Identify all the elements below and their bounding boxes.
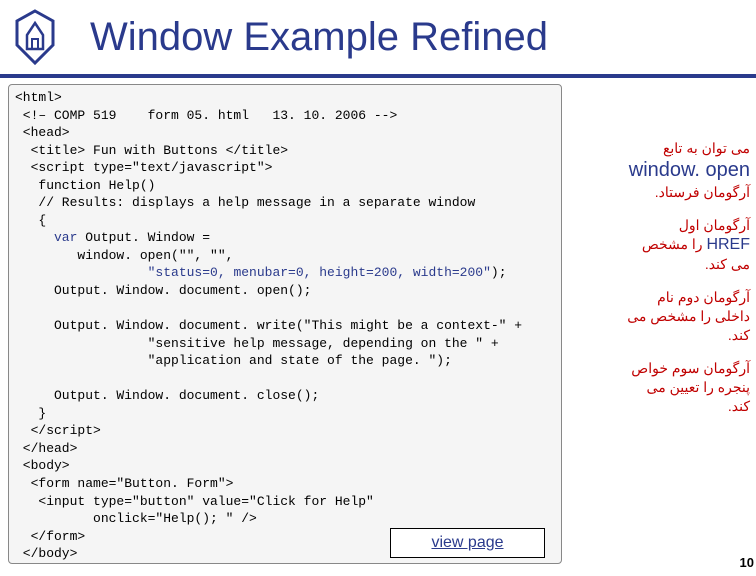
note-code: HREF	[706, 236, 750, 253]
code-line: <input type="button" value="Click for He…	[15, 494, 374, 509]
code-panel: <html> <!– COMP 519 form 05. html 13. 10…	[8, 84, 562, 564]
code-line: </body>	[15, 546, 77, 561]
note-text: داخلی را مشخص می	[570, 308, 750, 325]
slide-header: Window Example Refined	[0, 0, 756, 78]
code-line: onclick="Help(); " />	[15, 511, 257, 526]
code-line: <body>	[15, 458, 70, 473]
slide-content: <html> <!– COMP 519 form 05. html 13. 10…	[0, 78, 756, 572]
code-line: function Help()	[15, 178, 155, 193]
code-line	[15, 265, 148, 280]
side-notes: می توان به تابع window. open آرگومان فرس…	[570, 138, 750, 417]
code-line: <head>	[15, 125, 70, 140]
slide-title: Window Example Refined	[90, 15, 548, 60]
note-text: می توان به تابع	[570, 140, 750, 157]
code-line: "sensitive help message, depending on th…	[15, 336, 499, 351]
note-mixed: HREF را مشخص	[570, 236, 750, 254]
code-line: <title> Fun with Buttons </title>	[15, 143, 288, 158]
code-line: Output. Window. document. open();	[15, 283, 311, 298]
code-line: <form name="Button. Form">	[15, 476, 233, 491]
logo-icon	[10, 7, 60, 67]
code-line: }	[15, 406, 46, 421]
code-line: {	[15, 213, 46, 228]
code-line: Output. Window. document. close();	[15, 388, 319, 403]
code-line: "application and state of the page. ");	[15, 353, 452, 368]
code-line: );	[491, 265, 507, 280]
code-line: </head>	[15, 441, 77, 456]
note-text: آرگومان دوم نام	[570, 289, 750, 306]
note-text: کند.	[570, 327, 750, 344]
link-label: view page	[431, 534, 503, 552]
note-text: کند.	[570, 398, 750, 415]
code-line: <html>	[15, 90, 62, 105]
note-text: آرگومان فرستاد.	[570, 184, 750, 201]
code-line: <script type="text/javascript">	[15, 160, 272, 175]
note-text: می کند.	[570, 256, 750, 273]
note-text: پنجره را تعیین می	[570, 379, 750, 396]
code-line: </scr	[15, 423, 70, 438]
code-line: <!– COMP 519 form 05. html 13. 10. 2006 …	[15, 108, 397, 123]
code-string: "status=0, menubar=0, height=200, width=…	[148, 265, 491, 280]
code-line: </form>	[15, 529, 85, 544]
code-line: window. open("", "",	[15, 248, 233, 263]
note-text: را مشخص	[642, 236, 707, 252]
page-number: 10	[740, 555, 754, 570]
view-page-link[interactable]: view page	[390, 528, 545, 558]
code-line: // Results: displays a help message in a…	[15, 195, 475, 210]
note-text: آرگومان سوم خواص	[570, 360, 750, 377]
code-line: Output. Window =	[77, 230, 210, 245]
note-code: window. open	[570, 159, 750, 182]
code-line: ipt>	[70, 423, 101, 438]
note-text: آرگومان اول	[570, 217, 750, 234]
code-keyword: var	[15, 230, 77, 245]
code-line: Output. Window. document. write("This mi…	[15, 318, 522, 333]
